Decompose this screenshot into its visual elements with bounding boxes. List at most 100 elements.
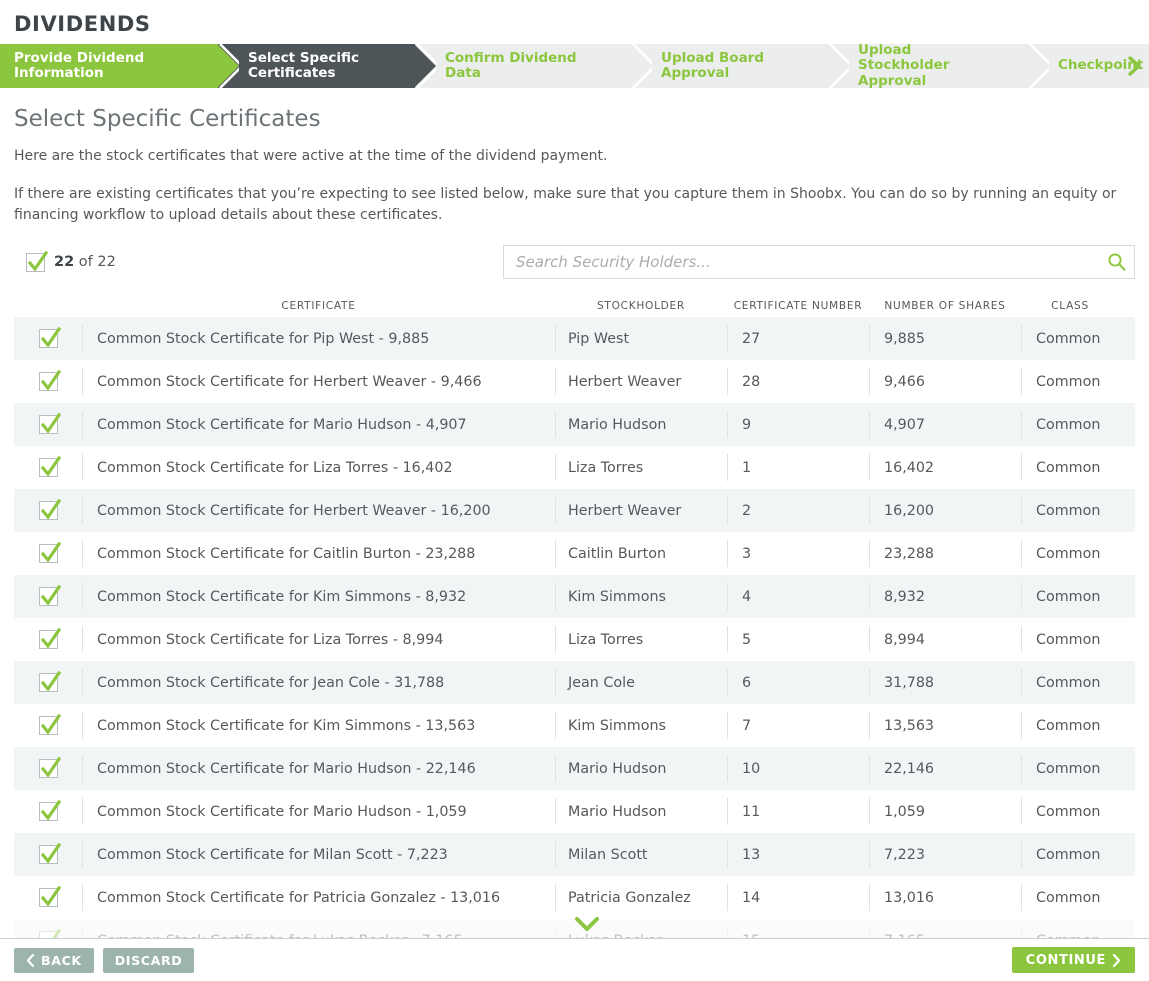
class-text: Common — [1036, 502, 1101, 519]
row-checkbox[interactable] — [38, 885, 61, 908]
certificate-number-text: 9 — [742, 416, 752, 433]
number-of-shares-text: 9,466 — [884, 373, 925, 390]
row-checkbox[interactable] — [38, 713, 61, 736]
check-icon — [40, 670, 61, 692]
check-icon — [40, 799, 61, 821]
certificates-table[interactable]: Common Stock Certificate for Pip West - … — [14, 317, 1135, 955]
certificate-text: Common Stock Certificate for Milan Scott… — [97, 846, 448, 863]
row-checkbox-cell[interactable] — [14, 756, 82, 779]
cell-certificate-number: 14 — [727, 884, 869, 912]
cell-class: Common — [1021, 454, 1135, 482]
step-5[interactable]: Upload Stockholder Approval — [828, 44, 1049, 88]
cell-number-of-shares: 16,402 — [869, 454, 1021, 482]
number-of-shares-text: 1,059 — [884, 803, 925, 820]
row-checkbox[interactable] — [38, 541, 61, 564]
cell-number-of-shares: 4,907 — [869, 411, 1021, 439]
select-all-group[interactable]: 22 of 22 — [26, 250, 116, 272]
table-row[interactable]: Common Stock Certificate for Jean Cole -… — [14, 661, 1135, 705]
step-arrow-icon — [827, 44, 849, 88]
row-checkbox-cell[interactable] — [14, 627, 82, 650]
row-checkbox-cell[interactable] — [14, 369, 82, 392]
search-icon[interactable] — [1107, 252, 1126, 276]
cell-number-of-shares: 1,059 — [869, 798, 1021, 826]
row-checkbox-cell[interactable] — [14, 541, 82, 564]
certificate-text: Common Stock Certificate for Mario Hudso… — [97, 416, 467, 433]
row-checkbox[interactable] — [38, 584, 61, 607]
table-row[interactable]: Common Stock Certificate for Liza Torres… — [14, 446, 1135, 490]
certificate-text: Common Stock Certificate for Mario Hudso… — [97, 760, 476, 777]
of-label: of — [78, 254, 93, 271]
stepper-next-chevron-icon[interactable] — [1127, 56, 1143, 81]
row-checkbox-cell[interactable] — [14, 670, 82, 693]
class-text: Common — [1036, 588, 1101, 605]
cell-certificate: Common Stock Certificate for Liza Torres… — [82, 626, 555, 654]
stockholder-text: Patricia Gonzalez — [568, 889, 691, 906]
row-checkbox[interactable] — [38, 369, 61, 392]
row-checkbox-cell[interactable] — [14, 885, 82, 908]
row-checkbox[interactable] — [38, 756, 61, 779]
table-row[interactable]: Common Stock Certificate for Mario Hudso… — [14, 790, 1135, 834]
table-row[interactable]: Common Stock Certificate for Liza Torres… — [14, 618, 1135, 662]
row-checkbox[interactable] — [38, 498, 61, 521]
check-icon — [40, 713, 61, 735]
step-1[interactable]: Provide Dividend Information — [0, 44, 239, 88]
table-row[interactable]: Common Stock Certificate for Pip West - … — [14, 317, 1135, 361]
step-4[interactable]: Upload Board Approval — [631, 44, 849, 88]
row-checkbox-cell[interactable] — [14, 498, 82, 521]
row-checkbox[interactable] — [38, 326, 61, 349]
row-checkbox-cell[interactable] — [14, 799, 82, 822]
class-text: Common — [1036, 373, 1101, 390]
chevron-right-icon — [1112, 953, 1121, 967]
table-row[interactable]: Common Stock Certificate for Milan Scott… — [14, 833, 1135, 877]
table-row[interactable]: Common Stock Certificate for Herbert Wea… — [14, 489, 1135, 533]
discard-button[interactable]: DISCARD — [102, 947, 195, 973]
row-checkbox-cell[interactable] — [14, 455, 82, 478]
table-row[interactable]: Common Stock Certificate for Patricia Go… — [14, 876, 1135, 920]
cell-stockholder: Patricia Gonzalez — [555, 884, 727, 912]
table-row[interactable]: Common Stock Certificate for Mario Hudso… — [14, 403, 1135, 447]
row-checkbox-cell[interactable] — [14, 842, 82, 865]
number-of-shares-text: 31,788 — [884, 674, 935, 691]
row-checkbox-cell[interactable] — [14, 713, 82, 736]
step-3[interactable]: Confirm Dividend Data — [415, 44, 652, 88]
cell-certificate: Common Stock Certificate for Liza Torres… — [82, 454, 555, 482]
stockholder-text: Liza Torres — [568, 459, 644, 476]
row-checkbox[interactable] — [38, 455, 61, 478]
step-2[interactable]: Select Specific Certificates — [218, 44, 436, 88]
cell-class: Common — [1021, 540, 1135, 568]
row-checkbox-cell[interactable] — [14, 584, 82, 607]
row-checkbox[interactable] — [38, 670, 61, 693]
certificate-number-text: 3 — [742, 545, 752, 562]
certificate-text: Common Stock Certificate for Liza Torres… — [97, 459, 453, 476]
row-checkbox-cell[interactable] — [14, 326, 82, 349]
row-checkbox-cell[interactable] — [14, 412, 82, 435]
row-checkbox[interactable] — [38, 799, 61, 822]
select-all-checkbox[interactable] — [26, 250, 48, 272]
class-text: Common — [1036, 674, 1101, 691]
certificate-text: Common Stock Certificate for Kim Simmons… — [97, 588, 467, 605]
cell-stockholder: Liza Torres — [555, 626, 727, 654]
search-input[interactable] — [503, 245, 1135, 280]
scroll-down-chevron-icon[interactable] — [574, 916, 600, 939]
certificate-number-text: 28 — [742, 373, 761, 390]
table-row[interactable]: Common Stock Certificate for Herbert Wea… — [14, 360, 1135, 404]
table-row[interactable]: Common Stock Certificate for Kim Simmons… — [14, 704, 1135, 748]
step-arrow-icon — [414, 44, 436, 88]
step-arrow-icon — [217, 44, 239, 88]
row-checkbox[interactable] — [38, 627, 61, 650]
back-button[interactable]: BACK — [14, 947, 94, 973]
cell-class: Common — [1021, 325, 1135, 353]
cell-certificate-number: 27 — [727, 325, 869, 353]
cell-certificate-number: 11 — [727, 798, 869, 826]
table-row[interactable]: Common Stock Certificate for Mario Hudso… — [14, 747, 1135, 791]
certificate-text: Common Stock Certificate for Pip West - … — [97, 330, 430, 347]
table-row[interactable]: Common Stock Certificate for Kim Simmons… — [14, 575, 1135, 619]
cell-class: Common — [1021, 669, 1135, 697]
table-row[interactable]: Common Stock Certificate for Caitlin Bur… — [14, 532, 1135, 576]
check-icon — [40, 455, 61, 477]
stockholder-text: Milan Scott — [568, 846, 648, 863]
number-of-shares-text: 16,402 — [884, 459, 935, 476]
continue-button[interactable]: CONTINUE — [1011, 947, 1135, 973]
row-checkbox[interactable] — [38, 842, 61, 865]
row-checkbox[interactable] — [38, 412, 61, 435]
